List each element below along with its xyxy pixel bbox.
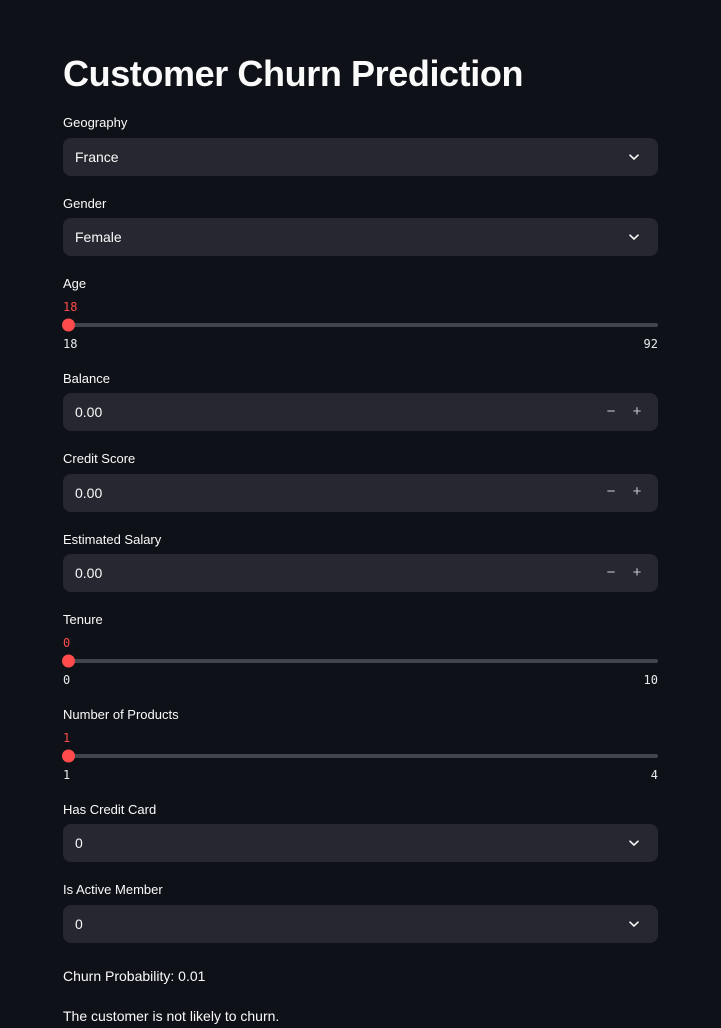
balance-number-input[interactable]: 0.00 − + bbox=[63, 393, 658, 432]
geography-select[interactable]: France bbox=[63, 137, 658, 176]
balance-value[interactable]: 0.00 bbox=[75, 405, 598, 419]
field-has-credit-card: Has Credit Card 0 bbox=[63, 800, 658, 863]
balance-decrement-button[interactable]: − bbox=[598, 397, 624, 427]
number-of-products-slider[interactable]: 1 1 4 bbox=[62, 730, 658, 782]
plus-icon: + bbox=[632, 483, 642, 501]
age-min-label: 18 bbox=[63, 336, 78, 351]
number-of-products-slider-track-row[interactable] bbox=[62, 748, 658, 764]
estimated-salary-increment-button[interactable]: + bbox=[624, 558, 650, 588]
gender-select[interactable]: Female bbox=[63, 218, 658, 257]
credit-score-value[interactable]: 0.00 bbox=[75, 486, 598, 500]
field-gender: Gender Female bbox=[63, 194, 658, 257]
field-credit-score: Credit Score 0.00 − + bbox=[63, 449, 658, 512]
tenure-slider-thumb[interactable] bbox=[62, 654, 75, 668]
page-title: Customer Churn Prediction bbox=[63, 53, 524, 94]
age-current-value: 18 bbox=[63, 299, 78, 314]
tenure-slider-track-row[interactable] bbox=[62, 653, 658, 669]
chevron-down-icon bbox=[626, 916, 642, 932]
is-active-member-select[interactable]: 0 bbox=[63, 904, 658, 943]
tenure-slider-track[interactable] bbox=[63, 658, 658, 663]
tenure-label: Tenure bbox=[63, 612, 103, 628]
credit-score-decrement-button[interactable]: − bbox=[598, 478, 624, 508]
age-slider[interactable]: 18 18 92 bbox=[62, 299, 658, 351]
has-credit-card-select[interactable]: 0 bbox=[63, 824, 658, 863]
field-is-active-member: Is Active Member 0 bbox=[63, 880, 658, 943]
chevron-down-icon bbox=[626, 229, 642, 245]
number-of-products-min-label: 1 bbox=[63, 767, 71, 782]
tenure-slider-range: 0 10 bbox=[63, 672, 658, 687]
age-label: Age bbox=[63, 276, 87, 292]
balance-label: Balance bbox=[63, 370, 110, 386]
number-of-products-slider-range: 1 4 bbox=[63, 767, 658, 782]
field-balance: Balance 0.00 − + bbox=[63, 369, 658, 432]
chevron-down-icon bbox=[626, 149, 642, 165]
credit-score-number-input[interactable]: 0.00 − + bbox=[63, 473, 658, 512]
tenure-max-label: 10 bbox=[643, 672, 658, 687]
plus-icon: + bbox=[632, 402, 642, 420]
number-of-products-slider-track[interactable] bbox=[63, 753, 658, 758]
minus-icon: − bbox=[606, 402, 616, 420]
churn-probability-text: Churn Probability: 0.01 bbox=[63, 967, 206, 984]
number-of-products-current-value: 1 bbox=[63, 730, 71, 745]
number-of-products-label: Number of Products bbox=[63, 707, 179, 723]
estimated-salary-decrement-button[interactable]: − bbox=[598, 558, 624, 588]
estimated-salary-number-input[interactable]: 0.00 − + bbox=[63, 554, 658, 593]
minus-icon: − bbox=[606, 483, 616, 501]
estimated-salary-label: Estimated Salary bbox=[63, 531, 162, 547]
credit-score-increment-button[interactable]: + bbox=[624, 478, 650, 508]
field-age: Age 18 18 92 bbox=[62, 274, 658, 351]
estimated-salary-value[interactable]: 0.00 bbox=[75, 566, 598, 580]
app-container: Customer Churn Prediction Geography Fran… bbox=[0, 0, 721, 1024]
churn-verdict-text: The customer is not likely to churn. bbox=[63, 1008, 280, 1025]
age-max-label: 92 bbox=[643, 336, 658, 351]
geography-label: Geography bbox=[63, 115, 128, 131]
has-credit-card-selected-value: 0 bbox=[75, 835, 83, 852]
number-of-products-max-label: 4 bbox=[650, 767, 658, 782]
tenure-slider[interactable]: 0 0 10 bbox=[62, 635, 658, 687]
balance-increment-button[interactable]: + bbox=[624, 397, 650, 427]
plus-icon: + bbox=[632, 563, 642, 581]
gender-label: Gender bbox=[63, 195, 107, 211]
field-number-of-products: Number of Products 1 1 4 bbox=[62, 705, 658, 782]
field-geography: Geography France bbox=[63, 113, 658, 176]
geography-selected-value: France bbox=[75, 148, 119, 165]
credit-score-label: Credit Score bbox=[63, 451, 136, 467]
chevron-down-icon bbox=[626, 835, 642, 851]
age-slider-range: 18 92 bbox=[63, 336, 658, 351]
gender-selected-value: Female bbox=[75, 229, 122, 246]
field-estimated-salary: Estimated Salary 0.00 − + bbox=[63, 530, 658, 593]
is-active-member-selected-value: 0 bbox=[75, 915, 83, 932]
tenure-min-label: 0 bbox=[63, 672, 71, 687]
number-of-products-slider-thumb[interactable] bbox=[62, 749, 75, 763]
field-tenure: Tenure 0 0 10 bbox=[62, 610, 658, 687]
age-slider-track[interactable] bbox=[63, 322, 658, 327]
is-active-member-label: Is Active Member bbox=[63, 882, 163, 898]
prediction-result: Churn Probability: 0.01 The customer is … bbox=[63, 965, 658, 1028]
minus-icon: − bbox=[606, 563, 616, 581]
has-credit-card-label: Has Credit Card bbox=[63, 801, 157, 817]
age-slider-thumb[interactable] bbox=[62, 318, 75, 332]
age-slider-track-row[interactable] bbox=[62, 317, 658, 333]
tenure-current-value: 0 bbox=[63, 635, 71, 650]
